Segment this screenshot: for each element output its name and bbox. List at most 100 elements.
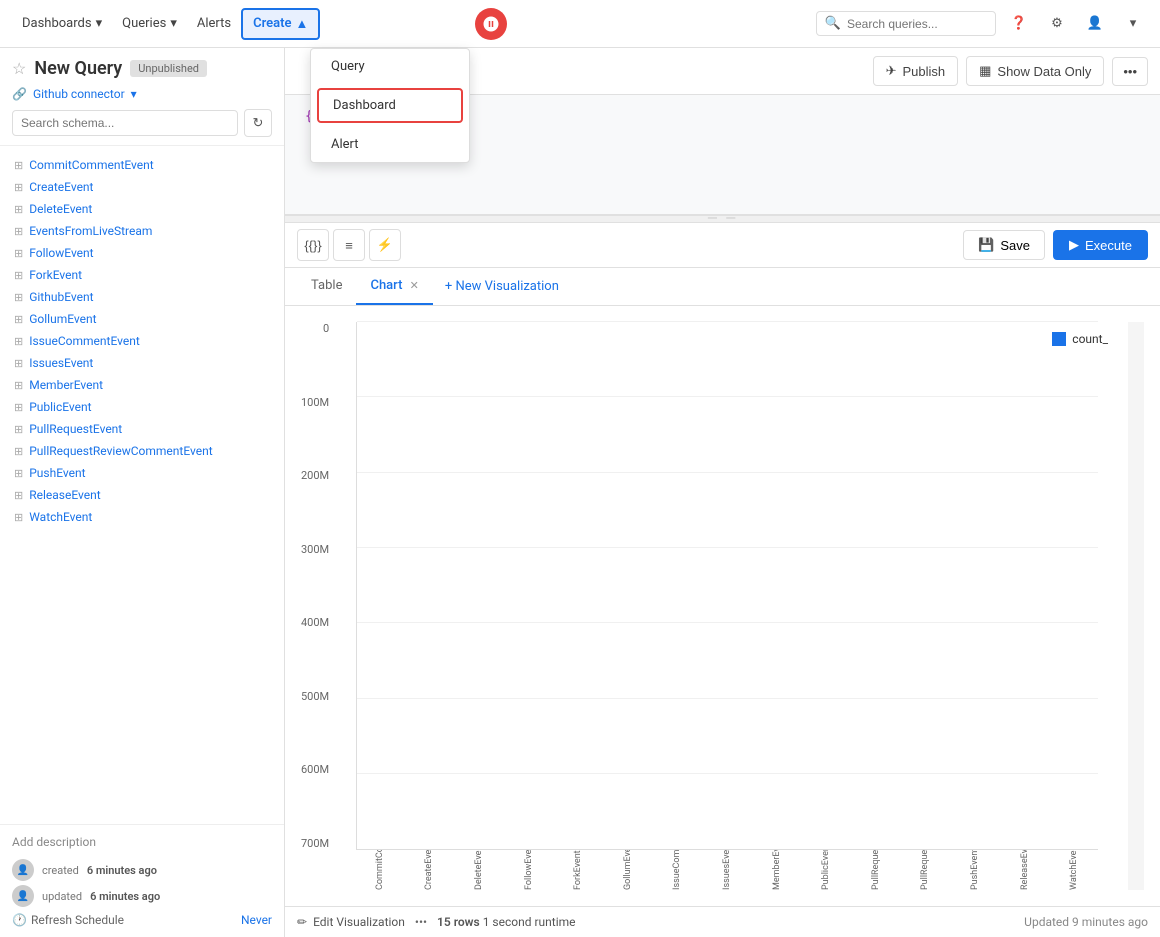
search-box[interactable]: 🔍 xyxy=(816,11,996,36)
x-label-text: MemberEvent xyxy=(772,850,782,890)
schema-item-label: PullRequestReviewCommentEvent xyxy=(29,444,212,458)
schema-item-label: DeleteEvent xyxy=(29,202,92,216)
x-axis-label: FollowEvent xyxy=(505,850,553,890)
connector-chevron: ▾ xyxy=(131,87,137,101)
help-button[interactable]: ❓ xyxy=(1004,9,1034,39)
schema-item[interactable]: ⊞IssueCommentEvent xyxy=(0,330,284,352)
publish-icon: ✈ xyxy=(886,63,897,79)
play-icon: ▶ xyxy=(1069,237,1079,253)
table-grid-icon: ⊞ xyxy=(14,357,23,370)
y-axis-label: 200M xyxy=(301,469,329,482)
list-button[interactable]: ≡ xyxy=(333,229,365,261)
x-label-text: IssueCommentEvent xyxy=(672,850,682,890)
schema-item[interactable]: ⊞GithubEvent xyxy=(0,286,284,308)
star-icon[interactable]: ☆ xyxy=(12,59,26,78)
edit-visualization-button[interactable]: ✏ Edit Visualization xyxy=(297,915,405,929)
save-button[interactable]: 💾 Save xyxy=(963,230,1045,260)
updated-time: 6 minutes ago xyxy=(90,890,160,903)
table-grid-icon: ⊞ xyxy=(14,247,23,260)
nav-queries-label: Queries xyxy=(122,16,166,31)
more-options-button[interactable]: ▾ xyxy=(1118,9,1148,39)
chart-scrollbar[interactable] xyxy=(1128,322,1144,890)
show-data-only-button[interactable]: ▦ Show Data Only xyxy=(966,56,1104,86)
table-grid-icon: ⊞ xyxy=(14,445,23,458)
schema-item[interactable]: ⊞MemberEvent xyxy=(0,374,284,396)
sidebar-footer: Add description 👤 created 6 minutes ago … xyxy=(0,824,284,937)
refresh-schedule-value[interactable]: Never xyxy=(241,913,272,927)
schema-item[interactable]: ⊞CreateEvent xyxy=(0,176,284,198)
created-label: created xyxy=(42,864,79,877)
schema-search-row: ↻ xyxy=(12,109,272,137)
dropdown-query[interactable]: Query xyxy=(311,49,469,84)
more-status-button[interactable]: ••• xyxy=(415,915,427,929)
y-axis-labels: 700M600M500M400M300M200M100M0 xyxy=(301,322,337,850)
nav-create[interactable]: Create ▲ xyxy=(241,8,320,40)
nav-create-label: Create xyxy=(253,16,291,31)
grid-line xyxy=(357,472,1098,473)
schema-item[interactable]: ⊞ForkEvent xyxy=(0,264,284,286)
table-grid-icon: ⊞ xyxy=(14,159,23,172)
x-axis-label: IssuesEvent xyxy=(703,850,751,890)
schema-item-label: FollowEvent xyxy=(29,246,93,260)
publish-button[interactable]: ✈ Publish xyxy=(873,56,959,86)
y-axis-label: 700M xyxy=(301,837,329,850)
schema-item[interactable]: ⊞GollumEvent xyxy=(0,308,284,330)
table-grid-icon: ⊞ xyxy=(14,225,23,238)
schema-item[interactable]: ⊞ PullRequestReviewCommentEvent xyxy=(0,440,284,462)
bars-area xyxy=(356,322,1098,850)
y-axis-label: 400M xyxy=(301,616,329,629)
grid-line xyxy=(357,773,1098,774)
format-button[interactable]: {{}} xyxy=(297,229,329,261)
schema-item[interactable]: ⊞PublicEvent xyxy=(0,396,284,418)
tab-chart[interactable]: Chart ✕ xyxy=(356,268,432,305)
tab-chart-close[interactable]: ✕ xyxy=(410,279,419,292)
nav-alerts[interactable]: Alerts xyxy=(187,10,241,37)
schema-refresh-button[interactable]: ↻ xyxy=(244,109,272,137)
add-description-button[interactable]: Add description xyxy=(12,835,272,849)
schema-item[interactable]: ⊞PullRequestEvent xyxy=(0,418,284,440)
nav-dashboards-label: Dashboards xyxy=(22,16,92,31)
schema-list: ⊞CommitCommentEvent⊞CreateEvent⊞DeleteEv… xyxy=(0,146,284,824)
clock-icon: 🕐 xyxy=(12,913,27,927)
search-icon: 🔍 xyxy=(825,16,841,31)
creator-avatar: 👤 xyxy=(12,859,34,881)
search-input[interactable] xyxy=(847,17,987,31)
chart-container: count_ 700M600M500M400M300M200M100M0Comm… xyxy=(301,322,1128,890)
schema-search-input[interactable] xyxy=(12,110,238,136)
x-label-text: PublicEvent xyxy=(821,850,831,890)
schema-item[interactable]: ⊞IssuesEvent xyxy=(0,352,284,374)
connector-select[interactable]: 🔗 Github connector ▾ xyxy=(12,87,272,101)
resize-handle[interactable]: — — xyxy=(285,215,1160,223)
schema-item[interactable]: ⊞ReleaseEvent xyxy=(0,484,284,506)
schema-item[interactable]: ⊞WatchEvent xyxy=(0,506,284,528)
more-actions-button[interactable]: ••• xyxy=(1112,57,1148,86)
execute-shortcut-button[interactable]: ⚡ xyxy=(369,229,401,261)
user-avatar[interactable]: 👤 xyxy=(1080,9,1110,39)
new-visualization-button[interactable]: + New Visualization xyxy=(433,271,571,302)
y-axis-label: 300M xyxy=(301,543,329,556)
nav-dashboards[interactable]: Dashboards ▾ xyxy=(12,10,112,37)
queries-chevron: ▾ xyxy=(170,16,177,31)
dropdown-alert[interactable]: Alert xyxy=(311,127,469,162)
execute-button[interactable]: ▶ Execute xyxy=(1053,230,1148,260)
x-axis-label: WatchEvent xyxy=(1050,850,1098,890)
x-label-text: CommitCommentEvent xyxy=(375,850,385,890)
updater-avatar: 👤 xyxy=(12,885,34,907)
schema-item[interactable]: ⊞DeleteEvent xyxy=(0,198,284,220)
schema-item[interactable]: ⊞EventsFromLiveStream xyxy=(0,220,284,242)
y-axis-label: 0 xyxy=(301,322,329,335)
schema-item[interactable]: ⊞CommitCommentEvent xyxy=(0,154,284,176)
lightning-icon: ⚡ xyxy=(377,237,393,253)
x-label-text: ReleaseEvent xyxy=(1020,850,1030,890)
tab-table[interactable]: Table xyxy=(297,268,356,305)
content-area: ✈ Publish ▦ Show Data Only ••• {} by Typ… xyxy=(285,48,1160,937)
schema-item[interactable]: ⊞PushEvent xyxy=(0,462,284,484)
schema-item[interactable]: ⊞ FollowEvent xyxy=(0,242,284,264)
status-left: ✏ Edit Visualization ••• 15 rows 1 secon… xyxy=(297,915,576,929)
nav-queries[interactable]: Queries ▾ xyxy=(112,10,187,37)
rows-info: 15 rows 1 second runtime xyxy=(437,915,575,929)
x-label-text: PullRequestReviewCommentEvent xyxy=(920,850,930,890)
dropdown-dashboard[interactable]: Dashboard xyxy=(317,88,463,123)
refresh-schedule-row: 🕐 Refresh Schedule Never xyxy=(12,913,272,927)
settings-button[interactable]: ⚙ xyxy=(1042,9,1072,39)
